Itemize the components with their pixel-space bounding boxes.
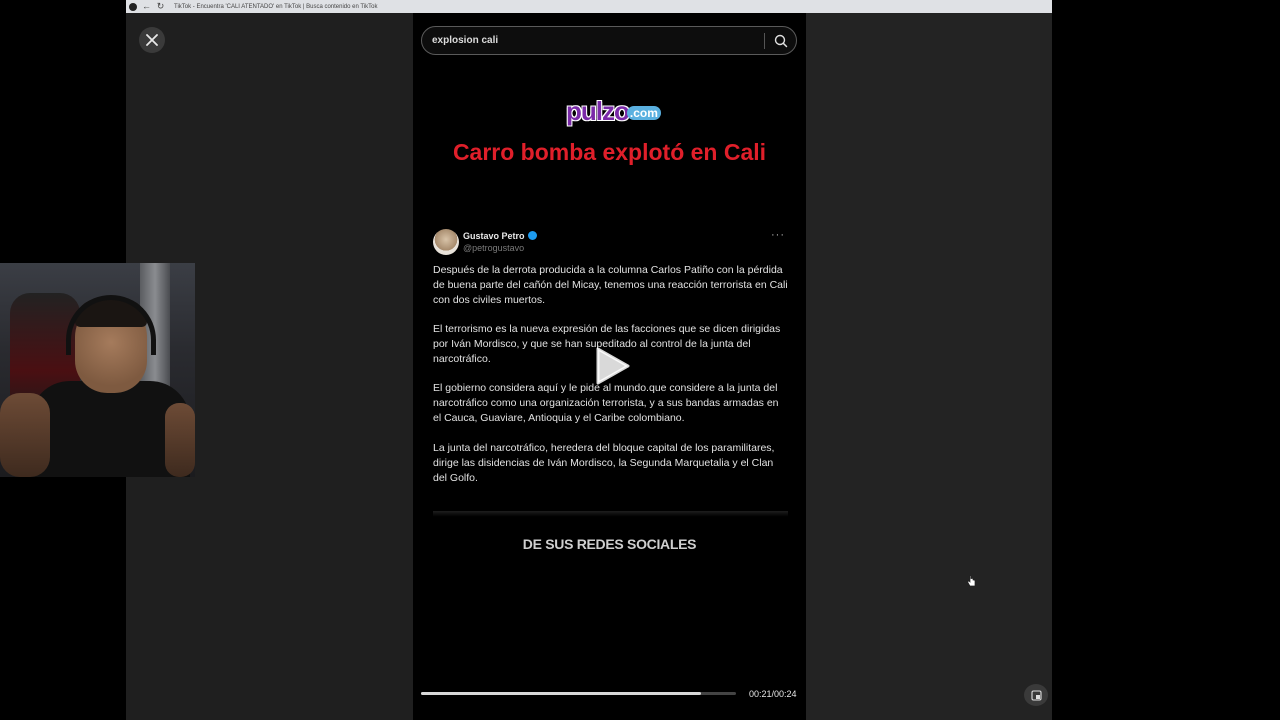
- tweet-paragraph: El gobierno considera aquí y le pide al …: [433, 382, 779, 424]
- logo-suffix-text: .com: [626, 106, 661, 120]
- pulzo-logo: pulzo.com: [566, 96, 663, 127]
- tweet-author-name: Gustavo Petro: [463, 231, 537, 241]
- mini-player-button[interactable]: [1024, 684, 1048, 706]
- screen: ← ↻ TikTok - Encuentra 'CALI ATENTADO' e…: [0, 0, 1280, 720]
- tweet-author-name-text: Gustavo Petro: [463, 231, 525, 241]
- logo-main-text: pulzo: [566, 96, 630, 126]
- tweet-paragraph: La junta del narcotráfico, heredera del …: [433, 442, 775, 484]
- search-divider: [764, 33, 765, 49]
- time-display: 00:21/00:24: [749, 689, 797, 699]
- mini-player-icon: [1030, 689, 1042, 701]
- close-button[interactable]: [139, 27, 165, 53]
- right-side-panel: [806, 13, 1052, 720]
- tweet-footer-cutoff: [433, 511, 788, 519]
- browser-tab-title: TikTok - Encuentra 'CALI ATENTADO' en Ti…: [174, 3, 378, 10]
- video-headline: Carro bomba explotó en Cali: [452, 139, 767, 165]
- tweet-paragraph: Después de la derrota producida a la col…: [433, 264, 788, 306]
- streamer-right-arm: [165, 403, 195, 477]
- back-arrow-icon[interactable]: ←: [142, 2, 151, 11]
- hand-cursor-icon: [967, 575, 976, 587]
- search-input[interactable]: explosion cali: [432, 35, 498, 46]
- browser-favicon-icon: [129, 2, 137, 11]
- video-caption: DE SUS REDES SOCIALES: [522, 536, 697, 552]
- webcam-overlay: [0, 263, 195, 477]
- verified-badge-icon: [527, 231, 537, 240]
- search-bar[interactable]: explosion cali: [421, 26, 797, 55]
- avatar: [433, 229, 459, 255]
- more-options-icon: ···: [771, 229, 785, 241]
- search-icon[interactable]: [773, 33, 789, 49]
- streamer-left-arm: [0, 393, 50, 477]
- progress-bar[interactable]: [421, 692, 736, 695]
- play-icon[interactable]: [592, 346, 632, 386]
- progress-fill: [421, 692, 702, 695]
- close-icon: [146, 34, 158, 46]
- tweet-handle: @petrogustavo: [463, 243, 525, 253]
- reload-icon[interactable]: ↻: [156, 2, 165, 11]
- browser-title-bar: ← ↻ TikTok - Encuentra 'CALI ATENTADO' e…: [126, 0, 1052, 13]
